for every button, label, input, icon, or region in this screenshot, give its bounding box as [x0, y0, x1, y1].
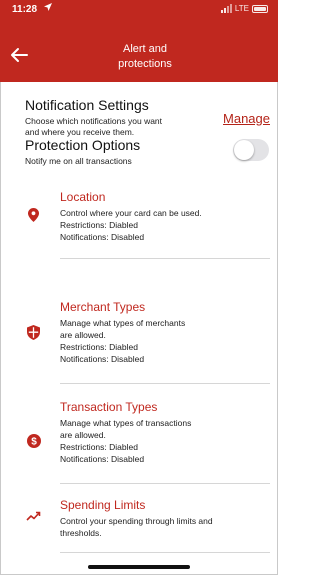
- app-header: 11:28 LTE Alert and protections: [0, 0, 278, 82]
- network-label: LTE: [234, 4, 249, 13]
- item-desc-line1: Manage what types of merchants: [60, 318, 186, 328]
- item-title: Transaction Types: [60, 400, 158, 414]
- svg-text:$: $: [31, 437, 37, 448]
- page-title-line1: Alert and: [122, 43, 168, 55]
- item-desc-line3: Restrictions: Diabled: [60, 342, 138, 352]
- item-desc-line4: Notifications: Disabled: [60, 354, 145, 364]
- manage-notifications-link[interactable]: Manage: [223, 111, 270, 126]
- location-pin-icon: [28, 208, 39, 222]
- item-desc-line1: Control your spending through limits and: [60, 516, 213, 526]
- item-desc-line3: Restrictions: Diabled: [60, 442, 138, 452]
- trend-up-icon: [26, 511, 41, 521]
- item-desc-line2: are allowed.: [60, 430, 106, 440]
- divider: [60, 552, 270, 553]
- divider: [60, 258, 270, 259]
- item-desc-line3: Notifications: Disabled: [60, 232, 145, 242]
- page-title-line2: protections: [118, 58, 172, 70]
- back-arrow-icon[interactable]: [8, 44, 30, 66]
- status-indicators: LTE: [220, 4, 268, 13]
- toggle-knob: [234, 140, 254, 160]
- item-desc-line2: are allowed.: [60, 330, 106, 340]
- item-desc-line1: Manage what types of transactions: [60, 418, 192, 428]
- home-indicator[interactable]: [88, 565, 190, 569]
- item-title: Spending Limits: [60, 498, 146, 512]
- location-arrow-icon: [44, 3, 52, 11]
- notify-all-transactions-toggle[interactable]: [233, 139, 269, 161]
- item-desc-line2: Restrictions: Diabled: [60, 220, 138, 230]
- divider: [60, 483, 270, 484]
- shield-icon: [27, 325, 40, 340]
- battery-icon: [252, 4, 268, 13]
- divider: [60, 383, 270, 384]
- status-time: 11:28: [12, 4, 38, 15]
- protection-options-section: Protection Options Notify me on all tran…: [25, 137, 265, 167]
- dollar-circle-icon: $: [27, 434, 41, 448]
- protection-options-desc: Notify me on all transactions: [25, 156, 132, 166]
- protection-options-title: Protection Options: [25, 137, 141, 153]
- phone-screen: [0, 0, 278, 575]
- item-title: Merchant Types: [60, 300, 146, 314]
- item-desc-line2: thresholds.: [60, 528, 102, 538]
- signal-icon: [220, 4, 232, 13]
- item-title: Location: [60, 190, 106, 204]
- status-bar: 11:28 LTE: [0, 0, 278, 22]
- item-desc-line4: Notifications: Disabled: [60, 454, 145, 464]
- item-desc-line1: Control where your card can be used.: [60, 208, 202, 218]
